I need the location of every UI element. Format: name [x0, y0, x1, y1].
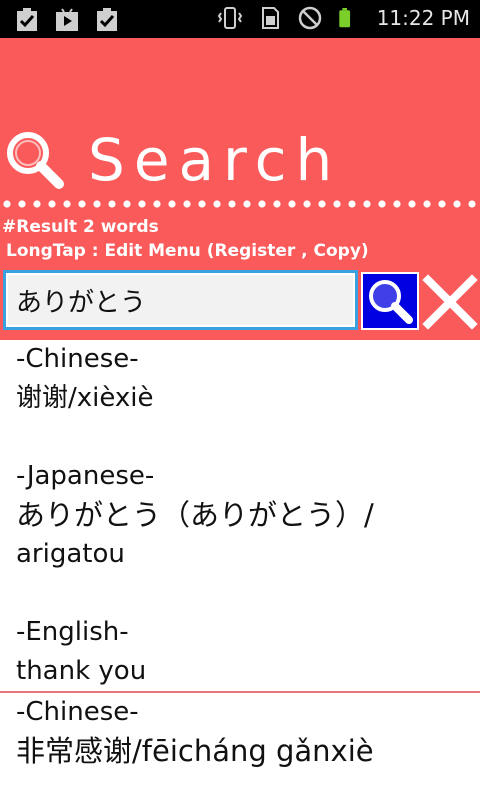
- play-store-icon: [56, 8, 78, 31]
- results-list: -Chinese- 谢谢/xièxiè -Japanese- ありがとう（ありが…: [0, 340, 480, 800]
- no-signal-icon: [298, 6, 321, 30]
- usage-hint: LongTap : Edit Menu (Register , Copy): [6, 241, 369, 261]
- search-icon: [369, 280, 413, 324]
- result-entry[interactable]: -Chinese- 谢谢/xièxiè -Japanese- ありがとう（ありが…: [0, 340, 480, 691]
- chinese-translation: 谢谢/xièxiè: [16, 383, 154, 413]
- result-entry[interactable]: -Chinese- 非常感谢/fēicháng gǎnxiè: [0, 693, 480, 771]
- english-translation: thank you: [16, 656, 147, 686]
- clipboard-check-icon: [97, 8, 117, 31]
- battery-icon: [338, 8, 350, 28]
- page-title-text: Search: [88, 126, 342, 194]
- language-label: -English-: [16, 617, 129, 647]
- close-icon: [422, 274, 478, 330]
- clipboard-check-icon: [17, 8, 37, 31]
- result-count: #Result 2 words: [2, 217, 159, 237]
- search-header: Search #Result 2 words LongTap : Edit Me…: [0, 38, 480, 340]
- search-field[interactable]: [3, 270, 358, 330]
- language-label: -Chinese-: [16, 344, 139, 374]
- page-title: Search: [4, 126, 341, 194]
- clock: 11:22 PM: [376, 6, 470, 30]
- search-button[interactable]: [361, 272, 419, 330]
- language-label: -Chinese-: [16, 697, 139, 727]
- search-input[interactable]: [6, 273, 355, 327]
- dotted-divider: [0, 198, 480, 210]
- status-bar: 11:22 PM: [0, 0, 480, 38]
- clear-button[interactable]: [422, 274, 478, 330]
- vibrate-icon: [217, 7, 242, 29]
- notification-icons: [14, 7, 120, 33]
- sim-card-icon: [261, 7, 279, 29]
- system-icons: 11:22 PM: [217, 5, 470, 31]
- japanese-translation: ありがとう（ありがとう）/: [16, 498, 374, 532]
- japanese-romaji: arigatou: [16, 539, 125, 569]
- chinese-translation: 非常感谢/fēicháng gǎnxiè: [16, 734, 374, 768]
- magnifier-icon: [7, 132, 64, 189]
- language-label: -Japanese-: [16, 461, 155, 491]
